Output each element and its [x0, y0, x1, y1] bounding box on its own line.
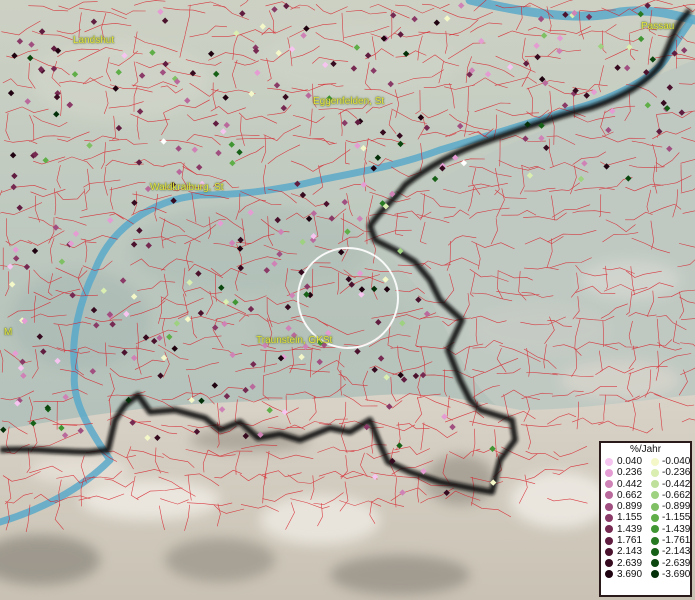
city-label-passau: Passau [641, 21, 675, 32]
legend-row: 0.040 -0.040 [601, 456, 690, 467]
legend-title: %/Jahr [629, 444, 662, 455]
legend-swatch-positive [605, 502, 613, 511]
legend-value-positive: 0.442 [617, 478, 643, 490]
legend-row: 1.761 -1.761 [601, 535, 690, 546]
legend-value-negative: -2.639 [662, 557, 691, 569]
legend-row: 0.662 -0.662 [601, 490, 690, 501]
legend-value-positive: 2.143 [617, 546, 643, 558]
legend-value-negative: -2.143 [662, 546, 691, 558]
legend-swatch-positive [605, 468, 613, 477]
legend-value-positive: 0.899 [617, 501, 643, 513]
legend-value-positive: 3.690 [617, 568, 643, 580]
legend-value-positive: 2.639 [617, 557, 643, 569]
legend-value-negative: -0.442 [662, 478, 691, 490]
legend-swatch-negative [651, 570, 659, 579]
city-label-traunstein: Traunstein, GKSt [256, 335, 333, 346]
legend-swatch-positive [605, 480, 613, 489]
legend-row: 2.143 -2.143 [601, 546, 690, 557]
legend-row: 2.639 -2.639 [601, 558, 690, 569]
legend-swatch-positive [605, 525, 613, 534]
map-legend: %/Jahr 0.040 -0.040 0.236 -0.236 0.442 -0.442… [599, 441, 692, 597]
legend-swatch-positive [605, 547, 613, 556]
legend-swatch-positive [605, 457, 613, 466]
map-canvas[interactable] [0, 0, 695, 600]
legend-value-negative: -0.236 [662, 467, 691, 479]
city-label-landshut: Landshut [73, 35, 115, 46]
legend-swatch-negative [651, 502, 659, 511]
legend-row: 3.690 -3.690 [601, 569, 690, 580]
legend-swatch-negative [651, 559, 659, 568]
city-label-edge: M [4, 327, 13, 338]
legend-value-negative: -1.761 [662, 535, 691, 547]
legend-swatch-negative [651, 525, 659, 534]
legend-value-negative: -0.040 [662, 456, 691, 467]
map-view[interactable]: Landshut Passau Eggenfelden, St Waldkrai… [0, 0, 695, 600]
legend-swatch-negative [651, 457, 659, 466]
legend-swatch-positive [605, 559, 613, 568]
legend-swatch-positive [605, 536, 613, 545]
legend-value-negative: -1.439 [662, 523, 691, 535]
legend-row: 0.236 -0.236 [601, 467, 690, 478]
legend-value-positive: 0.662 [617, 489, 643, 501]
legend-value-positive: 1.439 [617, 523, 643, 535]
legend-value-positive: 0.040 [617, 456, 643, 467]
legend-value-negative: -1.155 [662, 512, 691, 524]
city-label-eggenfelden: Eggenfelden, St [313, 96, 385, 107]
legend-value-negative: -3.690 [662, 568, 691, 580]
legend-rows: 0.040 -0.040 0.236 -0.236 0.442 -0.442 0.662 -0… [601, 456, 690, 580]
legend-row: 0.899 -0.899 [601, 501, 690, 512]
legend-value-positive: 1.155 [617, 512, 643, 524]
legend-swatch-positive [605, 491, 613, 500]
legend-swatch-positive [605, 513, 613, 522]
legend-value-positive: 1.761 [617, 535, 643, 547]
legend-value-negative: -0.899 [662, 501, 691, 513]
legend-swatch-negative [651, 480, 659, 489]
city-label-waldkraiburg: Waldkraiburg, St [150, 182, 224, 193]
legend-swatch-negative [651, 547, 659, 556]
legend-swatch-negative [651, 468, 659, 477]
legend-swatch-negative [651, 513, 659, 522]
legend-row: 1.439 -1.439 [601, 524, 690, 535]
legend-row: 1.155 -1.155 [601, 512, 690, 523]
legend-value-positive: 0.236 [617, 467, 643, 479]
legend-swatch-negative [651, 491, 659, 500]
legend-row: 0.442 -0.442 [601, 479, 690, 490]
legend-swatch-negative [651, 536, 659, 545]
legend-value-negative: -0.662 [662, 489, 691, 501]
legend-swatch-positive [605, 570, 613, 579]
